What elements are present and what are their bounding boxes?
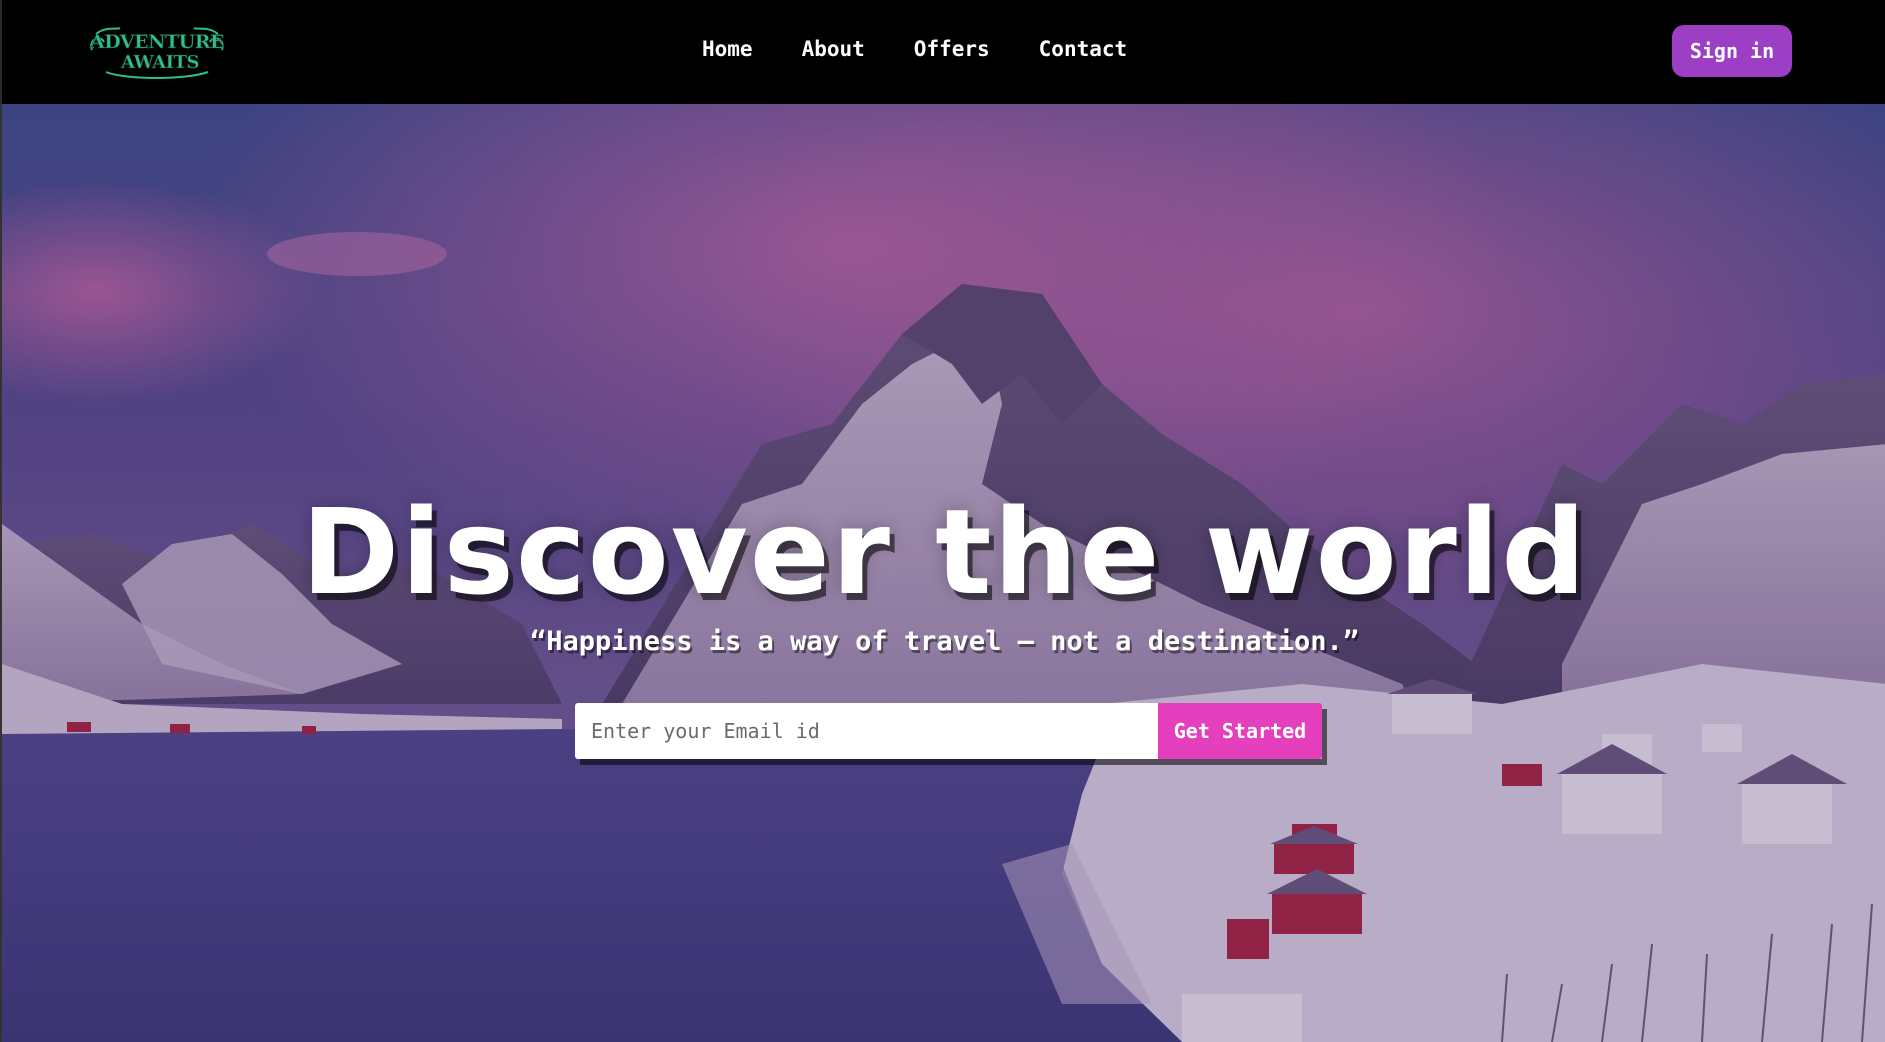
navbar: ADVENTURE AWAITS Home About Offers Conta… [0,0,1885,104]
hero-title: Discover the world [301,483,1588,621]
nav-about-link[interactable]: About [802,32,865,66]
adventure-awaits-logo[interactable]: ADVENTURE AWAITS [86,20,228,82]
nav-contact-link[interactable]: Contact [1039,32,1128,66]
nav-offers-link[interactable]: Offers [914,32,990,66]
email-input[interactable] [575,703,1158,759]
hero-quote: “Happiness is a way of travel – not a de… [529,626,1360,657]
page: ADVENTURE AWAITS Home About Offers Conta… [0,0,1885,1042]
sign-in-button[interactable]: Sign in [1672,25,1792,77]
nav-home-link[interactable]: Home [702,32,753,66]
logo-line-2: AWAITS [120,52,199,73]
hero-section: Discover the world “Happiness is a way o… [0,104,1885,1042]
get-started-button[interactable]: Get Started [1158,703,1322,759]
signup-form: Get Started [575,703,1322,759]
main-nav: Home About Offers Contact [702,32,1176,66]
logo-line-1: ADVENTURE [89,31,224,53]
